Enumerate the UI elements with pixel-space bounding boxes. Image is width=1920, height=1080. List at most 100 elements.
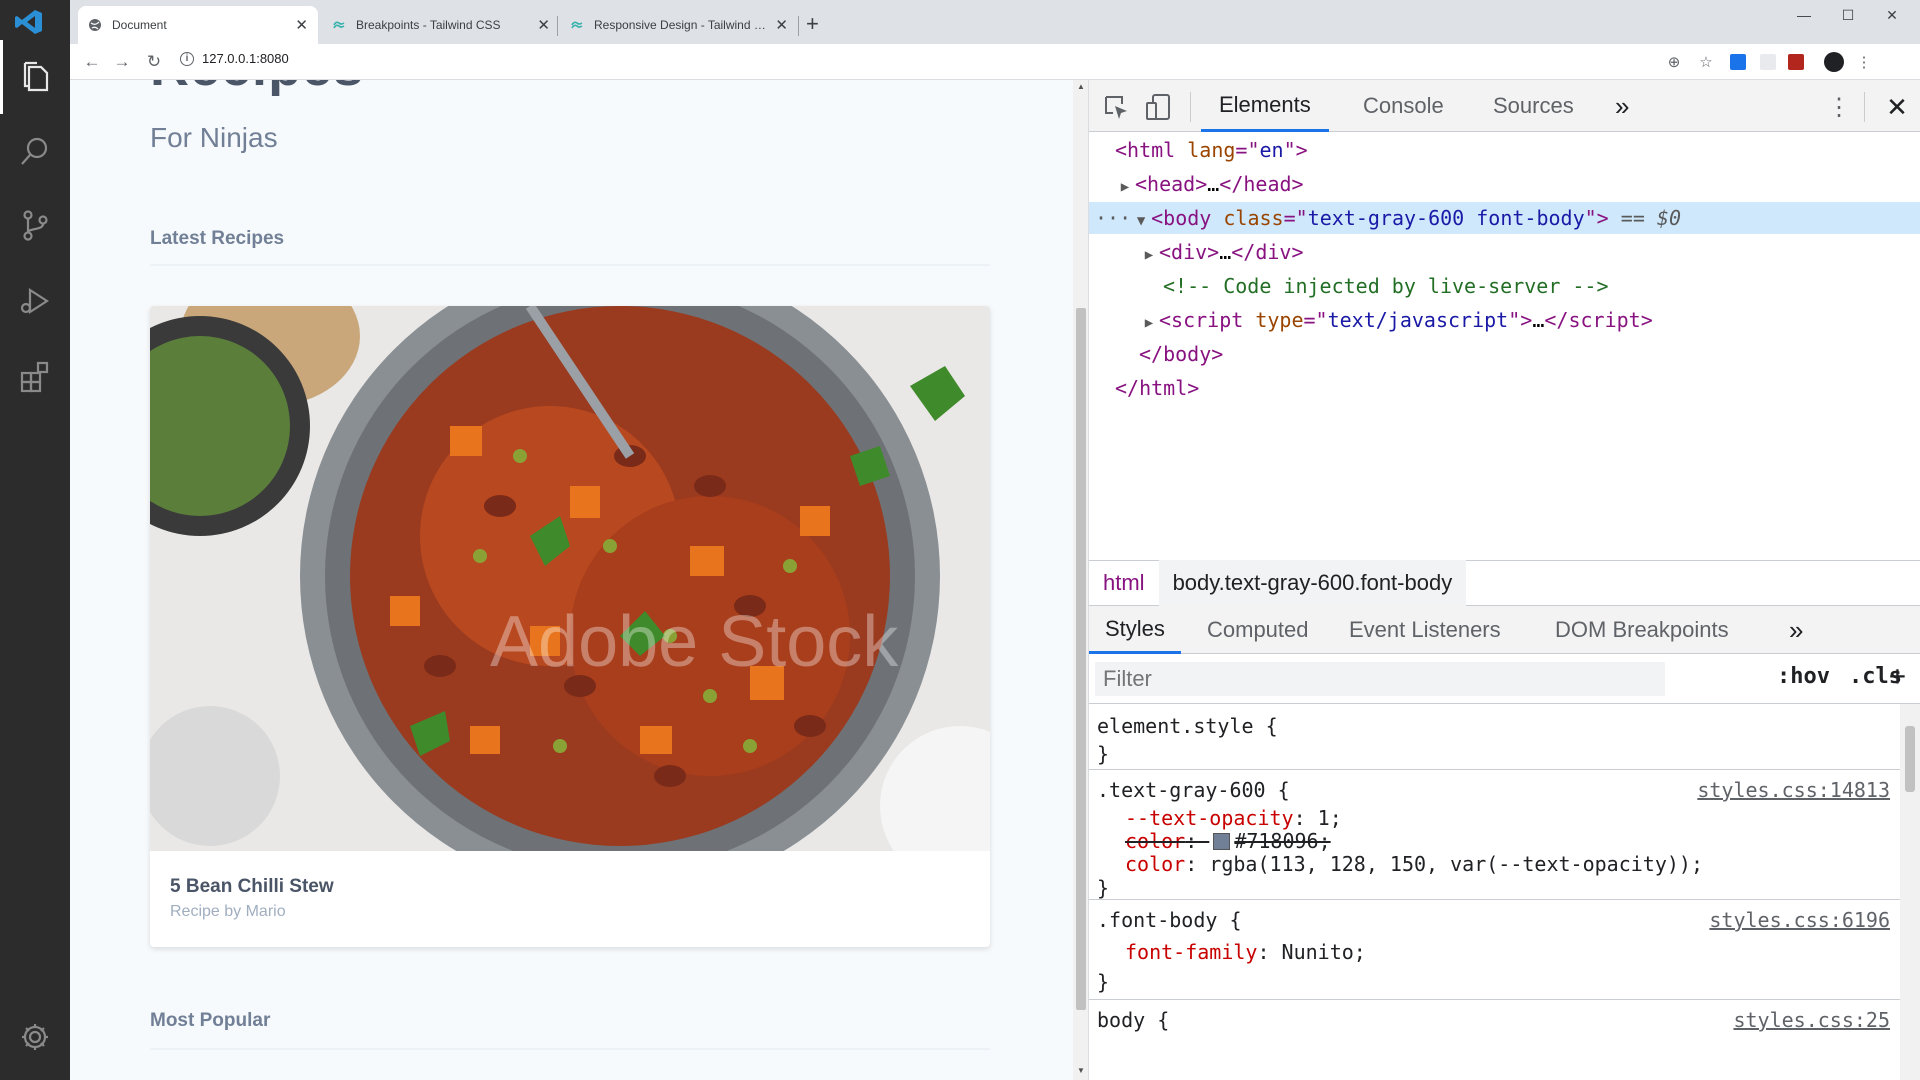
rule-source-link[interactable]: styles.css:6196 <box>1709 906 1890 934</box>
files-icon[interactable] <box>0 40 70 114</box>
extension-icon[interactable] <box>1758 52 1778 72</box>
tab-breakpoints[interactable]: Breakpoints - Tailwind CSS ✕ <box>322 6 560 44</box>
rule-text-gray-600: .text-gray-600 { styles.css:14813 --text… <box>1089 770 1900 900</box>
expand-triangle-icon[interactable]: ▶ <box>1115 171 1135 203</box>
node-html-close[interactable]: </html> <box>1089 372 1920 404</box>
styles-filter-row: :hov .cls + <box>1089 654 1920 704</box>
rule-selector[interactable]: body { <box>1097 1006 1169 1034</box>
site-info-icon[interactable]: i <box>180 51 194 66</box>
rule-source-link[interactable]: styles.css:25 <box>1733 1006 1890 1034</box>
devtools-close-icon[interactable]: ✕ <box>1882 92 1912 122</box>
rule-body: body { styles.css:25 <box>1089 1000 1900 1080</box>
source-control-icon[interactable] <box>0 188 70 262</box>
devtools-toolbar: Elements Console Sources » ⋮ ✕ <box>1089 80 1920 132</box>
back-icon[interactable]: ← <box>80 50 104 74</box>
node-comment[interactable]: <!-- Code injected by live-server --> <box>1089 270 1920 302</box>
close-tab-icon[interactable]: ✕ <box>775 16 788 34</box>
page-scrollbar[interactable]: ▲ ▼ <box>1073 80 1089 1080</box>
node-div[interactable]: ▶ <div>…</div> <box>1089 236 1920 268</box>
divider <box>150 1048 990 1050</box>
image-watermark: Adobe Stock <box>490 602 899 682</box>
tab-styles[interactable]: Styles <box>1089 606 1181 654</box>
reload-icon[interactable]: ↻ <box>142 50 166 74</box>
zoom-icon[interactable]: ⊕ <box>1664 52 1684 72</box>
tab-elements[interactable]: Elements <box>1201 80 1329 132</box>
device-toolbar-icon[interactable] <box>1143 92 1173 122</box>
breadcrumb: html body.text-gray-600.font-body <box>1089 560 1920 606</box>
tab-responsive-design[interactable]: Responsive Design - Tailwind CSS ✕ <box>560 6 798 44</box>
rule-property[interactable]: color: rgba(113, 128, 150, var(--text-op… <box>1125 850 1703 878</box>
tab-document[interactable]: Document ✕ <box>78 6 318 44</box>
bookmark-star-icon[interactable]: ☆ <box>1696 52 1716 72</box>
recipe-image: Adobe Stock <box>150 306 990 851</box>
latest-recipes-heading: Latest Recipes <box>150 228 285 249</box>
recipe-card-byline: Recipe by Mario <box>170 903 286 920</box>
rule-font-body: .font-body { styles.css:6196 font-family… <box>1089 900 1900 1000</box>
styles-scrollbar-thumb[interactable] <box>1905 726 1915 792</box>
collapse-triangle-icon[interactable]: ▼ <box>1131 205 1151 237</box>
url-field[interactable]: i 127.0.0.1:8080 <box>180 51 289 66</box>
more-tabs-icon[interactable]: » <box>1615 80 1629 132</box>
node-body-close[interactable]: </body> <box>1089 338 1920 370</box>
search-icon[interactable] <box>0 114 70 188</box>
styles-tabbar: Styles Computed Event Listeners DOM Brea… <box>1089 606 1920 654</box>
devtools-menu-icon[interactable]: ⋮ <box>1824 92 1854 122</box>
divider <box>150 264 990 266</box>
breadcrumb-html[interactable]: html <box>1089 560 1159 606</box>
page-subtitle: For Ninjas <box>150 122 278 153</box>
tab-sources[interactable]: Sources <box>1493 80 1574 132</box>
new-tab-button[interactable]: + <box>806 10 819 38</box>
most-popular-heading: Most Popular <box>150 1010 271 1031</box>
settings-gear-icon[interactable] <box>0 1000 70 1074</box>
tab-divider <box>798 16 799 36</box>
breadcrumb-body[interactable]: body.text-gray-600.font-body <box>1158 560 1467 606</box>
tab-computed[interactable]: Computed <box>1207 606 1309 654</box>
address-bar: ← → ↻ i 127.0.0.1:8080 ⊕ ☆ ⋮ <box>70 44 1920 80</box>
vscode-activity-bar <box>0 0 70 1080</box>
extensions-icon[interactable] <box>0 340 70 414</box>
tab-title: Responsive Design - Tailwind CSS <box>594 18 768 32</box>
window-close-icon[interactable]: ✕ <box>1870 0 1914 30</box>
color-swatch[interactable] <box>1213 833 1231 850</box>
node-script[interactable]: ▶ <script type="text/javascript">…</scrip… <box>1089 304 1920 336</box>
close-tab-icon[interactable]: ✕ <box>295 16 308 34</box>
node-body-selected[interactable]: ··· ▼ <body class="text-gray-600 font-body… <box>1089 202 1920 234</box>
forward-icon[interactable]: → <box>110 50 134 74</box>
rule-selector[interactable]: .text-gray-600 { <box>1097 776 1290 804</box>
rule-selector[interactable]: .font-body { <box>1097 906 1242 934</box>
rule-element-style: element.style { } <box>1089 704 1900 770</box>
extension-icon[interactable] <box>1728 52 1748 72</box>
page-scrollbar-thumb[interactable] <box>1076 308 1086 1010</box>
hov-toggle[interactable]: :hov <box>1777 664 1830 689</box>
profile-avatar[interactable] <box>1824 52 1844 72</box>
expand-triangle-icon[interactable]: ▶ <box>1139 307 1159 339</box>
node-html[interactable]: <html lang="en"> <box>1089 134 1920 166</box>
rule-property[interactable]: font-family: Nunito; <box>1125 938 1366 966</box>
new-rule-button[interactable]: + <box>1889 659 1906 692</box>
rule-source-link[interactable]: styles.css:14813 <box>1697 776 1890 804</box>
url-text: 127.0.0.1:8080 <box>202 51 289 66</box>
close-tab-icon[interactable]: ✕ <box>537 16 550 34</box>
tab-console[interactable]: Console <box>1363 80 1444 132</box>
styles-scrollbar[interactable] <box>1900 704 1920 1080</box>
menu-icon[interactable]: ⋮ <box>1854 52 1874 72</box>
tab-dom-breakpoints[interactable]: DOM Breakpoints <box>1555 606 1729 654</box>
styles-rules: element.style { } .text-gray-600 { style… <box>1089 704 1900 1080</box>
node-head[interactable]: ▶ <head>…</head> <box>1089 168 1920 200</box>
recipe-card[interactable]: Adobe Stock 5 Bean Chilli Stew Recipe by… <box>150 306 990 947</box>
recipe-card-title[interactable]: 5 Bean Chilli Stew <box>170 876 334 898</box>
tab-title: Document <box>112 18 167 32</box>
tab-divider <box>557 16 558 36</box>
tab-title: Breakpoints - Tailwind CSS <box>356 18 501 32</box>
tailwind-icon <box>570 18 584 32</box>
minimize-icon[interactable]: — <box>1782 0 1826 30</box>
pdf-extension-icon[interactable] <box>1786 52 1806 72</box>
maximize-icon[interactable]: ☐ <box>1826 0 1870 30</box>
expand-triangle-icon[interactable]: ▶ <box>1139 239 1159 271</box>
tab-event-listeners[interactable]: Event Listeners <box>1349 606 1501 654</box>
inspect-element-icon[interactable] <box>1101 92 1131 122</box>
run-debug-icon[interactable] <box>0 264 70 338</box>
devtools-panel: Elements Console Sources » ⋮ ✕ <html lan… <box>1089 80 1920 1080</box>
more-tabs-icon[interactable]: » <box>1789 606 1803 654</box>
styles-filter-input[interactable] <box>1095 662 1665 696</box>
